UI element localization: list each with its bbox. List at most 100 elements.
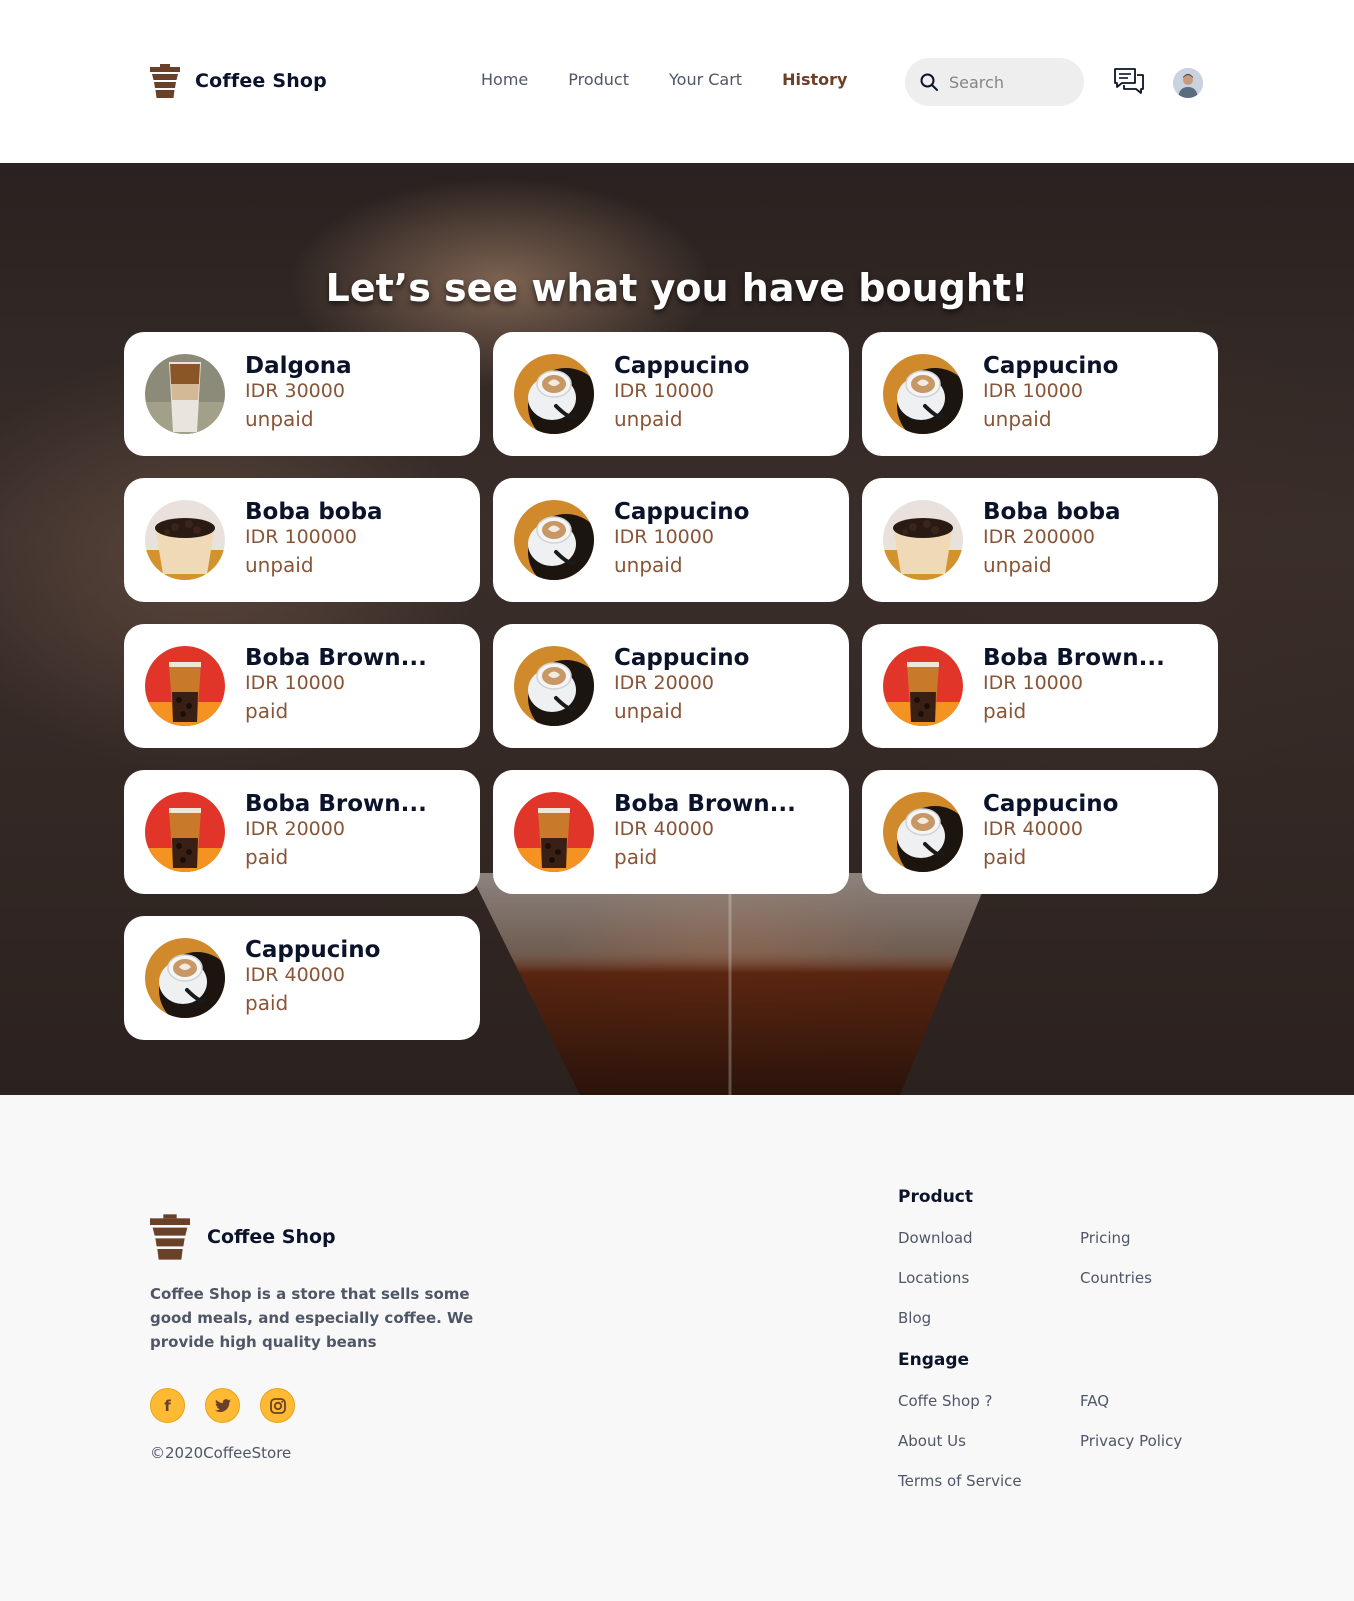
cappucino-thumb-icon [883, 792, 963, 872]
product-price: IDR 200000 [983, 526, 1096, 548]
twitter-icon[interactable] [205, 1388, 240, 1423]
product-price: IDR 100000 [245, 526, 358, 548]
footer-link-faq[interactable]: FAQ [1080, 1392, 1109, 1410]
payment-status: unpaid [614, 699, 683, 723]
history-card[interactable]: Boba boba IDR 100000 unpaid [124, 478, 480, 602]
product-thumbnail [145, 500, 225, 580]
footer-link-locations[interactable]: Locations [898, 1269, 969, 1287]
footer-product-title: Product [898, 1187, 973, 1207]
payment-status: unpaid [245, 407, 314, 431]
product-thumbnail [145, 354, 225, 434]
history-card-info: Boba boba IDR 100000 unpaid [245, 498, 383, 582]
history-card[interactable]: Cappucino IDR 10000 unpaid [493, 478, 849, 602]
product-thumbnail [883, 500, 963, 580]
history-card-info: Boba Brown... IDR 10000 paid [983, 644, 1165, 728]
footer-link-pricing[interactable]: Pricing [1080, 1229, 1131, 1247]
payment-status: paid [245, 845, 289, 869]
payment-status: unpaid [614, 553, 683, 577]
boba-brown-thumb-icon [145, 646, 225, 726]
history-card-info: Cappucino IDR 10000 unpaid [614, 498, 749, 582]
history-card[interactable]: Boba Brown... IDR 10000 paid [862, 624, 1218, 748]
product-name: Cappucino [614, 645, 750, 671]
history-card[interactable]: Dalgona IDR 30000 unpaid [124, 332, 480, 456]
product-price: IDR 40000 [983, 818, 1083, 840]
brand[interactable]: Coffee Shop [150, 64, 327, 98]
product-name: Cappucino [983, 353, 1119, 379]
search-box[interactable] [905, 58, 1084, 106]
product-name: Boba boba [245, 499, 383, 525]
product-price: IDR 40000 [245, 964, 345, 986]
boba-brown-thumb-icon [514, 792, 594, 872]
payment-status: paid [245, 991, 289, 1015]
payment-status: paid [614, 845, 658, 869]
coffee-cup-logo-icon [150, 64, 180, 98]
history-card-info: Cappucino IDR 10000 unpaid [614, 352, 749, 436]
nav-home[interactable]: Home [481, 70, 528, 89]
history-card[interactable]: Boba Brown... IDR 40000 paid [493, 770, 849, 894]
footer-link-about-us[interactable]: About Us [898, 1432, 966, 1450]
product-name: Boba Brown... [983, 645, 1165, 671]
product-name: Cappucino [614, 499, 750, 525]
search-icon [920, 73, 938, 91]
cappucino-thumb-icon [514, 354, 594, 434]
history-card[interactable]: Boba Brown... IDR 10000 paid [124, 624, 480, 748]
history-card-info: Boba Brown... IDR 40000 paid [614, 790, 796, 874]
chat-icon[interactable] [1113, 66, 1145, 98]
boba-brown-thumb-icon [145, 792, 225, 872]
footer-link-countries[interactable]: Countries [1080, 1269, 1152, 1287]
product-thumbnail [514, 500, 594, 580]
history-card[interactable]: Cappucino IDR 10000 unpaid [862, 332, 1218, 456]
footer-link-terms-of-service[interactable]: Terms of Service [898, 1472, 1022, 1490]
product-price: IDR 10000 [614, 526, 714, 548]
history-card-info: Boba Brown... IDR 20000 paid [245, 790, 427, 874]
avatar[interactable] [1173, 68, 1203, 98]
product-thumbnail [514, 792, 594, 872]
history-card-info: Cappucino IDR 10000 unpaid [983, 352, 1118, 436]
footer-link-privacy-policy[interactable]: Privacy Policy [1080, 1432, 1182, 1450]
footer-brand-name: Coffee Shop [207, 1226, 336, 1248]
nav-product[interactable]: Product [568, 70, 629, 89]
header: Coffee Shop Home Product Your Cart Histo… [0, 0, 1354, 163]
product-price: IDR 20000 [614, 672, 714, 694]
footer-link-coffe-shop[interactable]: Coffe Shop ? [898, 1392, 992, 1410]
nav-your-cart[interactable]: Your Cart [669, 70, 742, 89]
brand-name: Coffee Shop [195, 70, 327, 92]
history-card[interactable]: Cappucino IDR 40000 paid [124, 916, 480, 1040]
payment-status: unpaid [245, 553, 314, 577]
payment-status: unpaid [614, 407, 683, 431]
product-thumbnail [145, 792, 225, 872]
product-thumbnail [883, 792, 963, 872]
product-name: Boba boba [983, 499, 1121, 525]
nav-history[interactable]: History [782, 70, 847, 89]
page-title: Let’s see what you have bought! [325, 266, 1029, 310]
facebook-icon[interactable]: f [150, 1388, 185, 1423]
payment-status: paid [983, 845, 1027, 869]
history-card[interactable]: Cappucino IDR 40000 paid [862, 770, 1218, 894]
history-card-info: Cappucino IDR 40000 paid [983, 790, 1118, 874]
footer-link-blog[interactable]: Blog [898, 1309, 931, 1327]
product-price: IDR 10000 [245, 672, 345, 694]
product-name: Cappucino [614, 353, 750, 379]
history-card-info: Boba boba IDR 200000 unpaid [983, 498, 1121, 582]
footer-brand[interactable]: Coffee Shop [150, 1214, 336, 1260]
product-thumbnail [883, 354, 963, 434]
search-input[interactable] [949, 72, 1069, 92]
footer-engage-title: Engage [898, 1350, 970, 1370]
product-name: Boba Brown... [614, 791, 796, 817]
product-thumbnail [145, 938, 225, 1018]
payment-status: paid [245, 699, 289, 723]
coffee-cup-logo-icon [150, 1214, 190, 1260]
boba-brown-thumb-icon [883, 646, 963, 726]
product-price: IDR 30000 [245, 380, 345, 402]
product-thumbnail [883, 646, 963, 726]
history-card[interactable]: Boba boba IDR 200000 unpaid [862, 478, 1218, 602]
history-card[interactable]: Boba Brown... IDR 20000 paid [124, 770, 480, 894]
footer-link-download[interactable]: Download [898, 1229, 973, 1247]
instagram-icon[interactable] [260, 1388, 295, 1423]
boba-thumb-icon [145, 500, 225, 580]
history-card[interactable]: Cappucino IDR 20000 unpaid [493, 624, 849, 748]
product-name: Boba Brown... [245, 791, 427, 817]
payment-status: unpaid [983, 553, 1052, 577]
history-card[interactable]: Cappucino IDR 10000 unpaid [493, 332, 849, 456]
main-nav: Home Product Your Cart History [481, 70, 887, 89]
